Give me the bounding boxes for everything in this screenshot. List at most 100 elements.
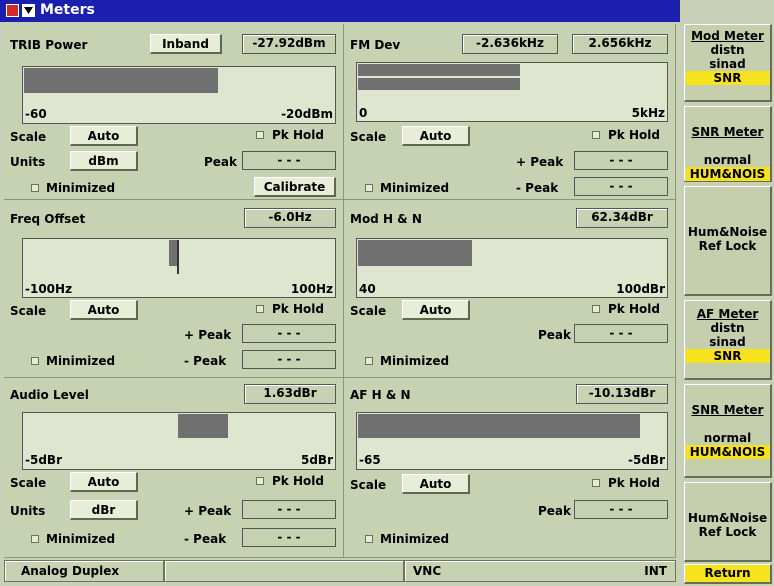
meter-bar <box>358 414 640 438</box>
meters-area: TRIB Power Inband -27.92dBm -60 -20dBm S… <box>4 24 676 558</box>
pk-hold-checkbox[interactable] <box>592 305 600 313</box>
scale-button[interactable]: Auto <box>70 126 138 146</box>
trib-power-panel: TRIB Power Inband -27.92dBm -60 -20dBm S… <box>4 24 344 200</box>
pk-hold-checkbox[interactable] <box>256 477 264 485</box>
minimized-checkbox[interactable] <box>31 357 39 365</box>
scale-label: Scale <box>350 130 387 144</box>
status-mode: Analog Duplex <box>4 560 164 582</box>
inband-button[interactable]: Inband <box>150 34 222 54</box>
scale-button[interactable]: Auto <box>70 300 138 320</box>
pk-hold-checkbox[interactable] <box>592 479 600 487</box>
scale-button[interactable]: Auto <box>402 300 470 320</box>
window-title-bar: Meters <box>0 0 680 22</box>
softkey-selected: SNR <box>685 71 770 85</box>
plus-peak-label: + Peak <box>184 504 232 518</box>
peak-label: Peak <box>538 504 572 518</box>
minimized-label: Minimized <box>46 532 116 546</box>
pk-hold-label: Pk Hold <box>608 476 660 490</box>
plus-peak-value: - - - <box>242 324 336 343</box>
scale-max: 100dBr <box>616 282 665 296</box>
meter-bar <box>178 414 228 438</box>
return-button[interactable]: Return <box>684 564 772 584</box>
softkey-mod-meter[interactable]: Mod Meter distn sinad SNR <box>684 24 772 102</box>
pk-hold-label: Pk Hold <box>272 474 324 488</box>
minus-peak-label: - Peak <box>184 354 227 368</box>
softkey-label: Hum&Noise <box>687 225 768 239</box>
pk-hold-checkbox[interactable] <box>256 305 264 313</box>
trib-power-meter: -60 -20dBm <box>22 66 336 124</box>
softkey-hum-noise-ref-lock[interactable]: Hum&Noise Ref Lock <box>684 186 772 296</box>
softkey-selected: SNR <box>685 349 770 363</box>
pk-hold-checkbox[interactable] <box>592 131 600 139</box>
minimized-checkbox[interactable] <box>365 535 373 543</box>
softkey-snr-meter[interactable]: SNR Meter normal HUM&NOIS <box>684 106 772 182</box>
panel-title: Audio Level <box>10 388 89 402</box>
minimized-label: Minimized <box>380 181 450 195</box>
softkey-hum-noise-ref-lock-af[interactable]: Hum&Noise Ref Lock <box>684 482 772 562</box>
scale-button[interactable]: Auto <box>402 474 470 494</box>
panel-title: AF H & N <box>350 388 411 402</box>
units-button[interactable]: dBm <box>70 151 138 171</box>
scale-min: 0 <box>359 106 368 120</box>
softkey-option: sinad <box>709 57 746 71</box>
softkey-title: AF Meter <box>696 307 759 321</box>
mod-hn-readout: 62.34dBr <box>576 208 668 228</box>
fm-dev-readout-positive: 2.656kHz <box>572 34 668 54</box>
peak-value: - - - <box>242 151 336 170</box>
minimized-label: Minimized <box>380 354 450 368</box>
freq-offset-meter: -100Hz 100Hz <box>22 238 336 298</box>
pk-hold-checkbox[interactable] <box>256 131 264 139</box>
fm-dev-readout-negative: -2.636kHz <box>462 34 558 54</box>
status-ref-label: INT <box>644 564 667 578</box>
scale-min: -5dBr <box>25 453 62 467</box>
calibrate-button[interactable]: Calibrate <box>254 177 336 197</box>
scale-max: -5dBr <box>628 453 665 467</box>
softkey-title: SNR Meter <box>691 125 764 139</box>
center-marker <box>177 240 179 274</box>
minus-peak-label: - Peak <box>184 532 227 546</box>
scale-button[interactable]: Auto <box>70 472 138 492</box>
softkey-selected: HUM&NOIS <box>685 167 770 181</box>
softkey-title: Mod Meter <box>691 29 764 43</box>
pk-hold-label: Pk Hold <box>608 302 660 316</box>
plus-peak-value: - - - <box>242 500 336 519</box>
scale-label: Scale <box>10 130 47 144</box>
meter-bar-positive <box>358 78 520 90</box>
plus-peak-value: - - - <box>574 151 668 170</box>
scale-label: Scale <box>10 304 47 318</box>
softkey-snr-meter-af[interactable]: SNR Meter normal HUM&NOIS <box>684 384 772 478</box>
softkey-af-meter[interactable]: AF Meter distn sinad SNR <box>684 300 772 380</box>
plus-peak-label: + Peak <box>516 155 564 169</box>
dropdown-arrow-icon[interactable] <box>22 4 35 17</box>
window-title: Meters <box>40 2 95 18</box>
peak-label: Peak <box>538 328 572 342</box>
freq-offset-readout: -6.0Hz <box>244 208 336 228</box>
minimized-checkbox[interactable] <box>365 357 373 365</box>
minus-peak-label: - Peak <box>516 181 559 195</box>
scale-button[interactable]: Auto <box>402 126 470 146</box>
minimized-checkbox[interactable] <box>31 184 39 192</box>
panel-title: TRIB Power <box>10 38 88 52</box>
scale-min: -100Hz <box>25 282 73 296</box>
minimized-checkbox[interactable] <box>31 535 39 543</box>
softkey-selected: HUM&NOIS <box>685 445 770 459</box>
system-menu-icon[interactable] <box>6 4 19 17</box>
peak-value: - - - <box>574 324 668 343</box>
pk-hold-label: Pk Hold <box>272 302 324 316</box>
meter-bar-negative <box>358 64 520 76</box>
scale-min: 40 <box>359 282 376 296</box>
minimized-checkbox[interactable] <box>365 184 373 192</box>
softkey-label: Ref Lock <box>698 525 757 539</box>
af-hn-readout: -10.13dBr <box>576 384 668 404</box>
peak-value: - - - <box>574 500 668 519</box>
softkey-option: distn <box>710 43 745 57</box>
meter-bar <box>169 240 177 266</box>
softkey-option: normal <box>703 431 752 445</box>
fm-dev-panel: FM Dev -2.636kHz 2.656kHz 0 5kHz Scale A… <box>344 24 676 200</box>
audio-level-meter: -5dBr 5dBr <box>22 412 336 470</box>
minimized-label: Minimized <box>46 181 116 195</box>
meter-bar <box>24 68 218 93</box>
units-button[interactable]: dBr <box>70 500 138 520</box>
mod-hn-meter: 40 100dBr <box>356 238 668 298</box>
softkey-title: SNR Meter <box>691 403 764 417</box>
